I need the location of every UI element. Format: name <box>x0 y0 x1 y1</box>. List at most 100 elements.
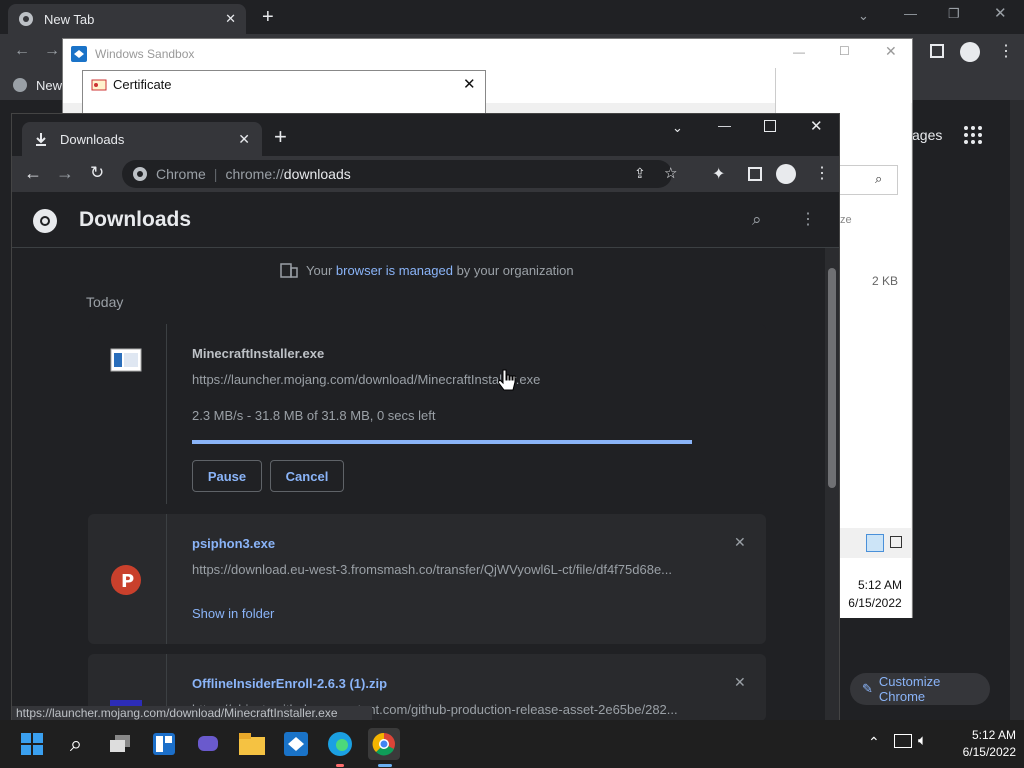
forward-icon[interactable]: → <box>56 163 74 184</box>
pause-button[interactable]: Pause <box>192 460 262 492</box>
sandbox-clock-time: 5:12 AM <box>857 578 903 592</box>
psiphon-icon: P <box>110 564 142 596</box>
chrome-indicator <box>378 764 392 767</box>
sandbox-clock-date: 6/15/2022 <box>848 596 902 610</box>
explorer-search-box[interactable]: ⌕ <box>838 165 898 195</box>
close-window-icon[interactable]: ✕ <box>994 4 1007 22</box>
download-item: MinecraftInstaller.exe https://launcher.… <box>88 324 766 504</box>
managed-link[interactable]: browser is managed <box>336 263 453 278</box>
bg-apps-label[interactable]: ages <box>912 127 942 143</box>
minimize-icon[interactable]: — <box>904 6 917 21</box>
extensions-icon[interactable]: ✦ <box>712 164 725 184</box>
explorer-statusbar <box>840 528 912 558</box>
download-url[interactable]: https://download.eu-west-3.fromsmash.co/… <box>192 562 672 577</box>
date-heading: Today <box>86 294 124 310</box>
sandbox-taskbar-icon[interactable] <box>280 728 312 760</box>
minimize-icon[interactable]: — <box>718 118 731 133</box>
close-icon[interactable]: ✕ <box>225 11 236 27</box>
side-panel-icon[interactable] <box>748 167 762 181</box>
globe-icon <box>12 77 28 93</box>
download-name[interactable]: MinecraftInstaller.exe <box>192 346 324 361</box>
cancel-button[interactable]: Cancel <box>270 460 344 492</box>
back-icon[interactable]: ← <box>14 42 30 60</box>
managed-notice: Your browser is managed by your organiza… <box>280 262 574 278</box>
omnibox-divider: | <box>213 166 218 182</box>
tab-downloads[interactable]: Downloads ✕ <box>22 122 262 156</box>
download-icon <box>34 132 48 146</box>
bg-scrollbar[interactable] <box>1010 100 1024 720</box>
file-size: 2 KB <box>872 274 899 288</box>
omnibox[interactable]: Chrome | chrome://downloads ⇪ ☆ <box>122 160 677 188</box>
new-tab-icon[interactable]: + <box>274 124 287 150</box>
reload-icon[interactable]: ↻ <box>90 163 104 183</box>
download-url[interactable]: https://launcher.mojang.com/download/Min… <box>192 372 540 387</box>
close-icon[interactable]: ✕ <box>885 43 897 60</box>
certificate-titlebar: Certificate <box>91 77 172 92</box>
chat-icon[interactable] <box>192 728 224 760</box>
downloads-toolbar: ← → ↻ Chrome | chrome://downloads ⇪ ☆ ✦ … <box>12 156 839 192</box>
network-icon[interactable] <box>894 734 912 748</box>
exe-file-icon <box>110 348 142 372</box>
edge-icon[interactable] <box>324 728 356 760</box>
tab-title: Downloads <box>60 131 125 147</box>
chevron-up-icon[interactable]: ⌃ <box>868 734 880 751</box>
show-in-folder-link[interactable]: Show in folder <box>192 606 274 621</box>
scrollbar[interactable] <box>825 248 839 721</box>
maximize-icon[interactable] <box>764 120 776 132</box>
clock-date[interactable]: 6/15/2022 <box>940 745 1016 759</box>
task-view-icon[interactable] <box>104 728 136 760</box>
progress-fill <box>192 440 692 444</box>
new-tab-icon[interactable]: + <box>262 6 274 29</box>
menu-icon[interactable]: ⋮ <box>998 41 1014 61</box>
omnibox-chip: Chrome <box>156 166 206 182</box>
remove-icon[interactable]: ✕ <box>734 674 746 691</box>
scrollbar-thumb[interactable] <box>828 268 836 488</box>
certificate-icon <box>91 78 107 92</box>
profile-icon[interactable] <box>960 42 980 62</box>
start-icon[interactable] <box>16 728 48 760</box>
downloads-window: Downloads ✕ + ⌄ — ✕ ← → ↻ Chrome | chrom… <box>11 113 840 721</box>
file-explorer-icon[interactable] <box>236 728 268 760</box>
certificate-title: Certificate <box>113 77 172 92</box>
maximize-icon[interactable]: ☐ <box>839 44 850 58</box>
minimize-icon[interactable]: — <box>793 45 805 59</box>
volume-icon[interactable]: 🔈︎ <box>918 732 927 749</box>
share-icon[interactable]: ⇪ <box>634 165 646 182</box>
side-panel-icon[interactable] <box>930 44 944 58</box>
profile-icon[interactable] <box>776 164 796 184</box>
apps-grid-icon[interactable] <box>963 125 983 145</box>
download-item: P psiphon3.exe https://download.eu-west-… <box>88 514 766 644</box>
details-view-icon[interactable] <box>866 534 884 552</box>
bg-tab-new-tab[interactable]: New Tab ✕ <box>8 4 246 34</box>
column-header-size: ze <box>840 214 852 226</box>
bookmark-item[interactable]: New <box>12 77 62 93</box>
tiles-view-icon[interactable] <box>890 536 902 548</box>
search-icon[interactable]: ⌕ <box>752 210 762 230</box>
svg-text:P: P <box>121 571 134 592</box>
download-name[interactable]: psiphon3.exe <box>192 536 275 551</box>
pencil-icon: ✎ <box>862 681 873 696</box>
close-icon[interactable]: ✕ <box>463 75 476 93</box>
building-icon <box>280 262 298 278</box>
search-icon[interactable]: ⌕ <box>60 728 92 760</box>
remove-icon[interactable]: ✕ <box>734 534 746 551</box>
widgets-icon[interactable] <box>148 728 180 760</box>
chrome-icon <box>132 166 148 182</box>
more-options-icon[interactable]: ⋮ <box>800 209 816 229</box>
search-icon: ⌕ <box>875 171 883 186</box>
restore-icon[interactable]: ❐ <box>948 6 960 22</box>
clock-time[interactable]: 5:12 AM <box>946 728 1016 742</box>
back-icon[interactable]: ← <box>24 163 42 184</box>
chrome-taskbar-icon[interactable] <box>368 728 400 760</box>
download-name[interactable]: OfflineInsiderEnroll-2.6.3 (1).zip <box>192 676 387 691</box>
chevron-down-icon[interactable]: ⌄ <box>672 120 683 136</box>
close-tab-icon[interactable]: ✕ <box>238 131 250 148</box>
chrome-logo-icon <box>32 208 58 234</box>
item-divider <box>166 514 167 644</box>
menu-icon[interactable]: ⋮ <box>814 163 830 183</box>
forward-icon[interactable]: → <box>44 42 60 60</box>
chevron-down-icon[interactable]: ⌄ <box>858 8 869 24</box>
close-window-icon[interactable]: ✕ <box>810 117 823 135</box>
star-icon[interactable]: ☆ <box>664 164 677 182</box>
customize-chrome-button[interactable]: ✎ Customize Chrome <box>850 673 990 705</box>
